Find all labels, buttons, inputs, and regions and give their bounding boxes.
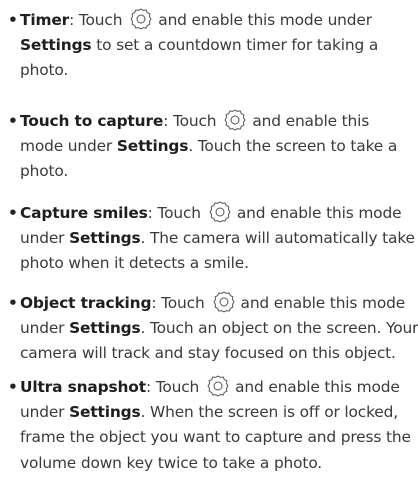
list-item-line: • Touch to capture: Touch and enable this: [8, 108, 414, 134]
item-text: mode under: [20, 136, 117, 155]
list-item-line: Settings to set a countdown timer for ta…: [8, 33, 414, 59]
list-item-capture-smiles: • Capture smiles: Touch and enable this mo…: [8, 200, 418, 277]
settings-gear-icon: [207, 200, 233, 224]
item-text: and enable this: [252, 112, 370, 130]
list-item-line: • Capture smiles: Touch and enable this mo…: [8, 200, 414, 226]
item-text: photo.: [20, 162, 69, 180]
list-item-line: under Settings. When the screen is off o…: [8, 400, 414, 426]
bullet-icon: •: [8, 204, 18, 222]
item-text: . Touch the screen to take a: [188, 136, 398, 155]
list-item-line: photo.: [8, 159, 414, 185]
list-item-line: • Timer: Touch and enable this mode under: [8, 7, 414, 33]
item-title: Object tracking: [20, 294, 152, 312]
item-title: Capture smiles: [20, 204, 148, 222]
list-item-line: • Ultra snapshot: Touch and enable this mo…: [8, 374, 414, 400]
item-text: photo when it detects a smile.: [20, 254, 249, 272]
item-text: . The camera will automatically take a: [140, 228, 418, 247]
bullet-icon: •: [8, 378, 18, 396]
list-item-ultra-snapshot: • Ultra snapshot: Touch and enable this mo…: [8, 374, 414, 476]
settings-gear-icon: [128, 7, 154, 31]
item-text: : Touch: [145, 378, 200, 396]
item-text: under: [20, 228, 70, 247]
list-item-line: photo when it detects a smile.: [8, 251, 414, 277]
settings-keyword: Settings: [69, 402, 141, 421]
settings-keyword: Settings: [69, 318, 141, 337]
item-text: and enable this mode: [235, 378, 400, 396]
item-text: : Touch: [151, 294, 205, 312]
list-item-line: volume down key twice to take a photo.: [8, 451, 414, 477]
list-item-line: photo.: [8, 58, 414, 84]
list-item-line: camera will track and stay focused on th…: [8, 341, 414, 367]
item-text: to set a countdown timer for taking a: [91, 35, 379, 54]
settings-gear-icon: [222, 108, 248, 132]
list-item-line: • Object tracking: Touch and enable this m…: [8, 290, 414, 316]
item-text: photo.: [20, 61, 69, 79]
item-title: Ultra snapshot: [20, 378, 146, 396]
camera-modes-document: • Timer: Touch and enable this mode under …: [0, 0, 418, 477]
item-text: : Touch: [163, 112, 217, 130]
settings-keyword: Settings: [69, 228, 141, 247]
item-text: : Touch: [69, 11, 123, 29]
settings-keyword: Settings: [116, 136, 189, 155]
item-text: and enable this mode under: [158, 11, 372, 29]
item-text: . Touch an object on the screen. Your: [140, 318, 418, 337]
item-text: volume down key twice to take a photo.: [20, 453, 323, 472]
list-item-line: frame the object you want to capture and…: [8, 425, 414, 451]
item-text: frame the object you want to capture and…: [20, 428, 411, 446]
item-text: camera will track and stay focused on th…: [20, 344, 396, 362]
item-text: under: [20, 318, 70, 337]
settings-gear-icon: [205, 374, 231, 398]
item-title: Touch to capture: [20, 112, 164, 130]
item-text: and enable this mode: [236, 204, 402, 222]
bullet-icon: •: [8, 11, 18, 29]
item-title: Timer: [20, 11, 70, 29]
bullet-icon: •: [8, 112, 18, 130]
list-item-object-tracking: • Object tracking: Touch and enable this m…: [8, 290, 418, 367]
settings-keyword: Settings: [20, 35, 92, 54]
bullet-icon: •: [8, 294, 18, 312]
item-text: and enable this mode: [240, 294, 406, 312]
list-item-touch-to-capture: • Touch to capture: Touch and enable this …: [8, 108, 414, 185]
item-text: . When the screen is off or locked,: [140, 402, 399, 421]
list-item-line: under Settings. The camera will automati…: [8, 226, 418, 252]
settings-gear-icon: [211, 290, 237, 314]
list-item-timer: • Timer: Touch and enable this mode under …: [8, 7, 414, 84]
list-item-line: mode under Settings. Touch the screen to…: [8, 134, 414, 160]
list-item-line: under Settings. Touch an object on the s…: [8, 316, 418, 342]
item-text: : Touch: [147, 204, 201, 222]
item-text: under: [20, 402, 70, 421]
